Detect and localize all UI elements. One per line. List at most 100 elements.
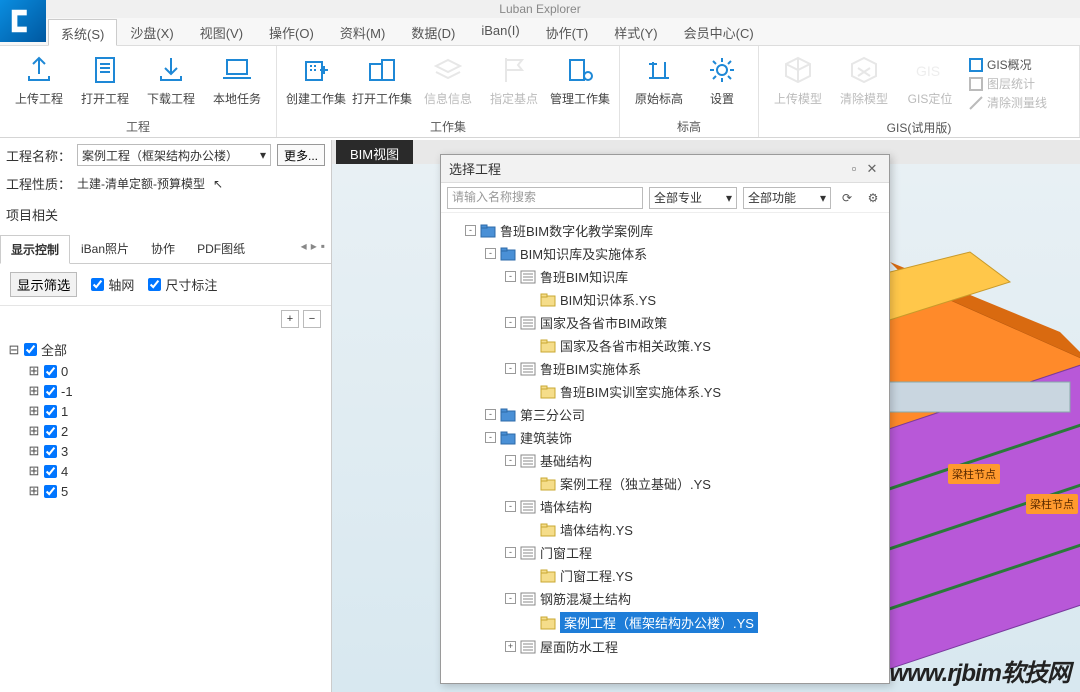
- layers-icon: [432, 54, 464, 86]
- document-icon: [89, 54, 121, 86]
- menu-tab-member[interactable]: 会员中心(C): [671, 18, 767, 45]
- bim-view-tab[interactable]: BIM视图: [336, 140, 413, 167]
- flag-icon: [498, 54, 530, 86]
- dialog-tree[interactable]: -鲁班BIM数字化教学案例库-BIM知识库及实施体系-鲁班BIM知识库-BIM知…: [441, 213, 889, 683]
- ribbon-gis-locate: GIS GIS定位: [899, 50, 961, 117]
- tree-level-neg1[interactable]: ⊞-1: [8, 381, 323, 401]
- dialog-tree-item[interactable]: -鲁班BIM知识库: [445, 265, 885, 288]
- more-button[interactable]: 更多...: [277, 144, 325, 166]
- display-filter-button[interactable]: 显示筛选: [10, 272, 77, 297]
- dialog-tree-item[interactable]: -鲁班BIM实训室实施体系.YS: [445, 380, 885, 403]
- dialog-tree-item[interactable]: +屋面防水工程: [445, 635, 885, 658]
- dialog-tree-item[interactable]: -BIM知识库及实施体系: [445, 242, 885, 265]
- select-project-dialog: 选择工程 ▫ ✕ 请输入名称搜索 全部专业▾ 全部功能▾ ⟳ ⚙ -鲁班BIM数…: [440, 154, 890, 684]
- dialog-title: 选择工程: [449, 159, 501, 178]
- ribbon-local-tasks[interactable]: 本地任务: [206, 50, 268, 116]
- dialog-refresh-icon[interactable]: ⟳: [837, 188, 857, 208]
- dialog-tree-item[interactable]: -案例工程（独立基础）.YS: [445, 472, 885, 495]
- dialog-tree-item[interactable]: -案例工程（框架结构办公楼）.YS: [445, 610, 885, 635]
- dialog-tree-item[interactable]: -鲁班BIM实施体系: [445, 357, 885, 380]
- building-plus-icon: [300, 54, 332, 86]
- dialog-tree-item[interactable]: -基础结构: [445, 449, 885, 472]
- dialog-tree-item[interactable]: -墙体结构: [445, 495, 885, 518]
- tree-level-3[interactable]: ⊞3: [8, 441, 323, 461]
- ribbon-manage-workset[interactable]: 管理工作集: [549, 50, 611, 116]
- ribbon-group-gis-title: GIS(试用版): [767, 117, 1071, 138]
- gis-text-icon: GIS: [914, 54, 946, 86]
- tree-level-1[interactable]: ⊞1: [8, 401, 323, 421]
- dialog-tree-item[interactable]: -墙体结构.YS: [445, 518, 885, 541]
- ribbon-settings[interactable]: 设置: [694, 50, 750, 116]
- dialog-tree-item[interactable]: -国家及各省市相关政策.YS: [445, 334, 885, 357]
- left-tab-iban-photo[interactable]: iBan照片: [70, 234, 140, 263]
- dialog-settings-icon[interactable]: ⚙: [863, 188, 883, 208]
- ribbon-upload-project[interactable]: 上传工程: [8, 50, 70, 116]
- dialog-minimize-icon[interactable]: ▫: [845, 161, 863, 176]
- chevron-down-icon: ▾: [260, 148, 266, 162]
- ribbon-open-project[interactable]: 打开工程: [74, 50, 136, 116]
- laptop-icon: [221, 54, 253, 86]
- menu-tab-system[interactable]: 系统(S): [48, 19, 117, 46]
- tree-level-0[interactable]: ⊞0: [8, 361, 323, 381]
- collapse-all-button[interactable]: −: [303, 310, 321, 328]
- expand-all-button[interactable]: +: [281, 310, 299, 328]
- tree-level-4[interactable]: ⊞4: [8, 461, 323, 481]
- download-icon: [155, 54, 187, 86]
- ribbon-gis-clear-model: 清除模型: [833, 50, 895, 117]
- ribbon-group-workset-title: 工作集: [285, 116, 611, 137]
- callout-a: 梁柱节点: [948, 464, 1000, 484]
- menu-tab-view[interactable]: 视图(V): [187, 18, 256, 45]
- left-tab-nav[interactable]: ◂▸▪: [295, 234, 331, 263]
- upload-icon: [23, 54, 55, 86]
- gear-icon: [706, 54, 738, 86]
- dialog-filter-specialty[interactable]: 全部专业▾: [649, 187, 737, 209]
- ribbon-create-workset[interactable]: 创建工作集: [285, 50, 347, 116]
- tree-level-5[interactable]: ⊞5: [8, 481, 323, 501]
- building-gear-icon: [564, 54, 596, 86]
- menu-tab-iban[interactable]: iBan(I): [468, 18, 532, 45]
- project-name-label: 工程名称：: [6, 146, 71, 165]
- section-project-related: 项目相关: [6, 205, 58, 224]
- ribbon-gis-overview[interactable]: GIS概况: [969, 56, 1047, 73]
- dialog-tree-item[interactable]: -钢筋混凝土结构: [445, 587, 885, 610]
- tree-root[interactable]: ⊟全部: [8, 338, 323, 361]
- ribbon-original-elevation[interactable]: 原始标高: [628, 50, 690, 116]
- dialog-tree-item[interactable]: -BIM知识体系.YS: [445, 288, 885, 311]
- ribbon-set-basepoint: 指定基点: [483, 50, 545, 116]
- dialog-close-icon[interactable]: ✕: [863, 161, 881, 177]
- titlebar: Luban Explorer: [0, 0, 1080, 18]
- menu-tab-material[interactable]: 资料(M): [327, 18, 399, 45]
- dialog-filter-function[interactable]: 全部功能▾: [743, 187, 831, 209]
- menu-tab-operate[interactable]: 操作(O): [256, 18, 327, 45]
- menu-tab-sandbox[interactable]: 沙盘(X): [117, 18, 186, 45]
- cube-up-icon: [782, 54, 814, 86]
- left-tab-collab[interactable]: 协作: [140, 234, 186, 263]
- left-tab-pdf[interactable]: PDF图纸: [186, 234, 256, 263]
- dialog-search-input[interactable]: 请输入名称搜索: [447, 187, 643, 209]
- dialog-tree-item[interactable]: -门窗工程: [445, 541, 885, 564]
- svg-text:GIS: GIS: [916, 63, 940, 79]
- left-tab-display[interactable]: 显示控制: [0, 235, 70, 264]
- ribbon-open-workset[interactable]: 打开工作集: [351, 50, 413, 116]
- project-name-combo[interactable]: 案例工程（框架结构办公楼） ▾: [77, 144, 271, 166]
- callout-b: 梁柱节点: [1026, 494, 1078, 514]
- ribbon-info: 信息信息: [417, 50, 479, 116]
- watermark: www.rjbim软技网: [890, 653, 1070, 688]
- menu-tab-data[interactable]: 数据(D): [398, 18, 468, 45]
- menu-tab-collab[interactable]: 协作(T): [533, 18, 602, 45]
- dialog-tree-item[interactable]: -鲁班BIM数字化教学案例库: [445, 219, 885, 242]
- floor-tree: ⊟全部 ⊞0 ⊞-1 ⊞1 ⊞2 ⊞3 ⊞4 ⊞5: [0, 332, 331, 507]
- dialog-tree-item[interactable]: -建筑装饰: [445, 426, 885, 449]
- app-title: Luban Explorer: [499, 2, 580, 16]
- dialog-tree-item[interactable]: -门窗工程.YS: [445, 564, 885, 587]
- ribbon-gis-clear-lines: 清除测量线: [969, 94, 1047, 111]
- menu-tab-style[interactable]: 样式(Y): [601, 18, 670, 45]
- dialog-tree-item[interactable]: -国家及各省市BIM政策: [445, 311, 885, 334]
- elevation-icon: [643, 54, 675, 86]
- checkbox-grid[interactable]: 轴网: [91, 275, 134, 294]
- dialog-tree-item[interactable]: -第三分公司: [445, 403, 885, 426]
- tree-level-2[interactable]: ⊞2: [8, 421, 323, 441]
- ribbon-gis-layer-stats: 图层统计: [969, 75, 1047, 92]
- ribbon-download-project[interactable]: 下载工程: [140, 50, 202, 116]
- checkbox-dimension[interactable]: 尺寸标注: [148, 275, 217, 294]
